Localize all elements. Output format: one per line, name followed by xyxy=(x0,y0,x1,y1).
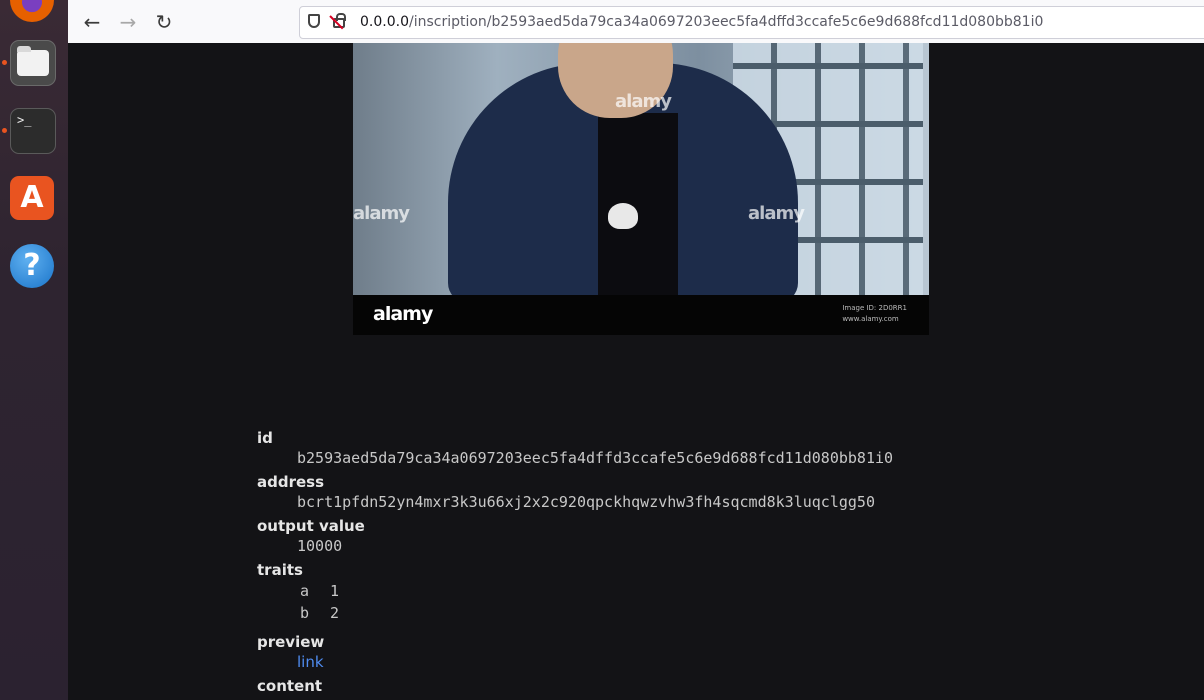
watermark: alamy xyxy=(748,203,805,224)
alamy-logo: alamy xyxy=(373,303,433,325)
preview-link[interactable]: link xyxy=(297,652,893,672)
inscription-details: id b2593aed5da79ca34a0697203eec5fa4dffd3… xyxy=(257,428,893,696)
trait-row: a1 xyxy=(300,580,893,602)
content-label: content xyxy=(257,677,323,695)
trait-key: a xyxy=(300,582,310,600)
terminal-icon[interactable]: >_ xyxy=(10,108,56,154)
url-bar[interactable]: 0.0.0.0/inscription/b2593aed5da79ca34a06… xyxy=(299,6,1204,39)
folder-icon[interactable] xyxy=(10,40,56,86)
image-caption-band: alamy Image ID: 2D0RR1 www.alamy.com xyxy=(353,295,929,335)
reload-icon[interactable]: ↻ xyxy=(150,8,178,36)
watermark: alamy xyxy=(615,91,672,112)
running-indicator xyxy=(2,60,7,65)
trait-row: b2 xyxy=(300,602,893,624)
trait-key: b xyxy=(300,604,310,622)
traits-label: traits xyxy=(257,561,303,579)
image-credit: Image ID: 2D0RR1 www.alamy.com xyxy=(842,304,907,323)
forward-arrow-icon[interactable]: → xyxy=(114,8,142,36)
browser-toolbar: ← → ↻ 0.0.0.0/inscription/b2593aed5da79c… xyxy=(68,0,1204,44)
watermark: alamy xyxy=(353,203,410,224)
id-label: id xyxy=(257,429,273,447)
app-store-icon[interactable]: A xyxy=(10,176,54,220)
preview-label: preview xyxy=(257,633,325,651)
traits-table: a1 b2 xyxy=(300,580,893,624)
back-arrow-icon[interactable]: ← xyxy=(78,8,106,36)
running-indicator xyxy=(2,128,7,133)
output-value: 10000 xyxy=(297,537,343,555)
address-label: address xyxy=(257,473,325,491)
tracking-shield-icon[interactable] xyxy=(308,14,320,28)
trait-value: 2 xyxy=(330,604,340,622)
inscription-id: b2593aed5da79ca34a0697203eec5fa4dffd3cca… xyxy=(297,449,894,467)
help-icon[interactable]: ? xyxy=(10,244,54,288)
inscription-image: alamy alamy alamy alamy Image ID: 2D0RR1… xyxy=(353,43,929,335)
inscription-address: bcrt1pfdn52yn4mxr3k3u66xj2x2c920qpckhqwz… xyxy=(297,493,875,511)
firefox-icon[interactable] xyxy=(10,0,54,22)
ubuntu-dock: >_ A ? xyxy=(0,0,68,700)
url-text[interactable]: 0.0.0.0/inscription/b2593aed5da79ca34a06… xyxy=(360,14,1043,30)
inscription-page: alamy alamy alamy alamy Image ID: 2D0RR1… xyxy=(68,43,1204,700)
trait-value: 1 xyxy=(330,582,340,600)
output-value-label: output value xyxy=(257,517,365,535)
